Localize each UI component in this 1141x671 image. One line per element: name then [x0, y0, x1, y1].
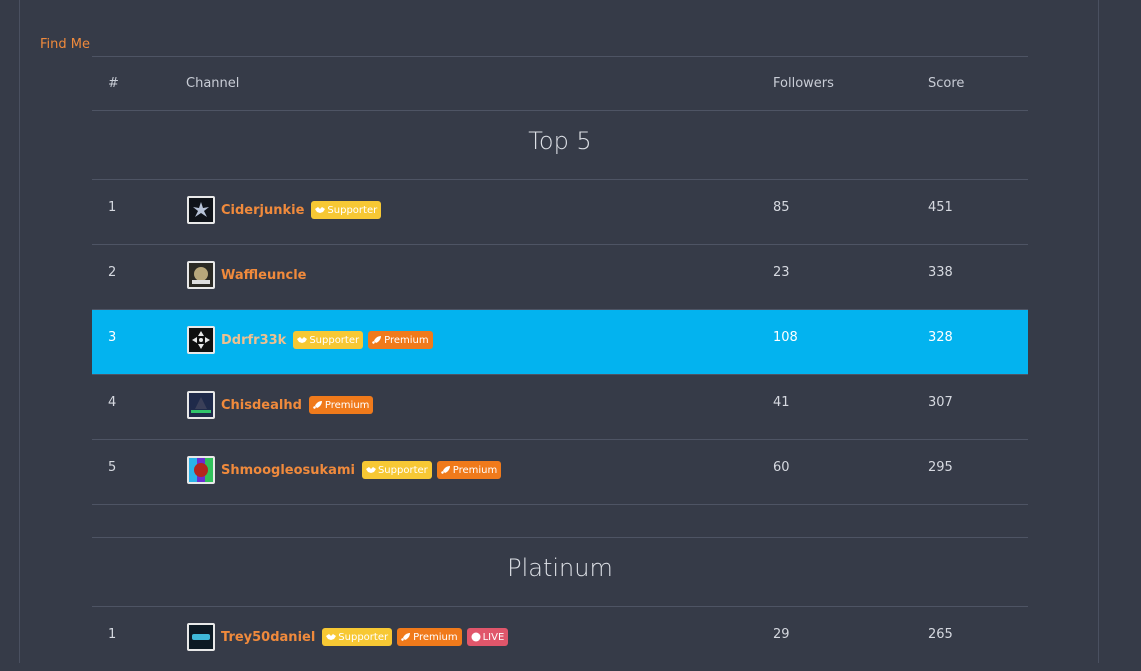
rocket-icon: [312, 401, 322, 409]
avatar-trey50daniel-icon: [189, 625, 213, 649]
row-score: 265: [928, 627, 953, 642]
row-channel: Ddrfr33k Supporter Premium: [187, 326, 433, 354]
avatar-shmoogleosukami-icon: [189, 458, 213, 482]
handshake-icon: [326, 634, 337, 640]
leaderboard-table: # Channel Followers Score Top 5 1 Ciderj…: [92, 56, 1028, 671]
row-channel: Waffleuncle: [187, 261, 308, 289]
avatar-waffleuncle-icon: [189, 263, 213, 287]
table-row[interactable]: 1 Trey50daniel Supporter Premium LIVE 29…: [92, 606, 1028, 671]
row-rank: 5: [108, 460, 117, 475]
channel-name-link[interactable]: Trey50daniel: [221, 630, 315, 645]
section-title-platinum: Platinum: [92, 537, 1028, 606]
table-row[interactable]: 5 Shmoogleosukami Supporter Premium 60 2…: [92, 439, 1028, 504]
premium-badge: Premium: [368, 331, 433, 349]
row-rank: 3: [108, 330, 117, 345]
row-rank: 1: [108, 627, 117, 642]
section-spacer: [92, 504, 1028, 537]
row-rank: 2: [108, 265, 117, 280]
premium-badge: Premium: [308, 396, 374, 414]
channel-name-link[interactable]: Ddrfr33k: [221, 333, 286, 348]
rocket-icon: [401, 633, 411, 641]
premium-badge: Premium: [436, 461, 502, 479]
avatar[interactable]: [187, 391, 215, 419]
table-row[interactable]: 4 Chisdealhd Premium 41 307: [92, 374, 1028, 439]
channel-name-link[interactable]: Waffleuncle: [221, 268, 306, 283]
row-channel: Chisdealhd Premium: [187, 391, 374, 419]
table-row-highlighted[interactable]: 3 Ddrfr33k Supporter Premium 108 328: [92, 309, 1028, 374]
find-me-link[interactable]: Find Me: [40, 37, 90, 52]
avatar-ddrfr33k-icon: [189, 328, 213, 352]
section-title-top5: Top 5: [92, 110, 1028, 179]
row-channel: Trey50daniel Supporter Premium LIVE: [187, 623, 509, 651]
row-score: 338: [928, 265, 953, 280]
row-rank: 1: [108, 200, 117, 215]
rocket-icon: [440, 466, 450, 474]
row-followers: 85: [773, 200, 790, 215]
channel-name-link[interactable]: Shmoogleosukami: [221, 463, 355, 478]
table-row[interactable]: 1 Ciderjunkie Supporter 85 451: [92, 179, 1028, 244]
row-score: 295: [928, 460, 953, 475]
channel-name-link[interactable]: Chisdealhd: [221, 398, 302, 413]
row-channel: Shmoogleosukami Supporter Premium: [187, 456, 502, 484]
row-score: 307: [928, 395, 953, 410]
avatar[interactable]: [187, 261, 215, 289]
supporter-badge: Supporter: [311, 201, 382, 219]
avatar[interactable]: [187, 196, 215, 224]
avatar[interactable]: [187, 456, 215, 484]
avatar-chisdealhd-icon: [189, 393, 213, 417]
avatar[interactable]: [187, 326, 215, 354]
row-followers: 60: [773, 460, 790, 475]
row-rank: 4: [108, 395, 117, 410]
header-followers: Followers: [773, 76, 834, 91]
supporter-badge: Supporter: [361, 461, 432, 479]
rocket-icon: [372, 336, 382, 344]
row-score: 328: [928, 330, 953, 345]
header-channel: Channel: [186, 76, 240, 91]
live-dot-icon: [471, 632, 481, 642]
row-score: 451: [928, 200, 953, 215]
header-score: Score: [928, 76, 965, 91]
supporter-badge: Supporter: [293, 331, 364, 349]
handshake-icon: [365, 467, 376, 473]
row-channel: Ciderjunkie Supporter: [187, 196, 382, 224]
table-row[interactable]: 2 Waffleuncle 23 338: [92, 244, 1028, 309]
handshake-icon: [297, 337, 308, 343]
row-followers: 29: [773, 627, 790, 642]
row-followers: 108: [773, 330, 798, 345]
avatar-ciderjunkie-icon: [189, 198, 213, 222]
row-followers: 41: [773, 395, 790, 410]
live-badge[interactable]: LIVE: [466, 628, 509, 646]
header-rank: #: [108, 76, 119, 91]
row-followers: 23: [773, 265, 790, 280]
channel-name-link[interactable]: Ciderjunkie: [221, 203, 304, 218]
handshake-icon: [315, 207, 326, 213]
supporter-badge: Supporter: [322, 628, 393, 646]
premium-badge: Premium: [397, 628, 462, 646]
table-header: # Channel Followers Score: [92, 56, 1028, 110]
avatar[interactable]: [187, 623, 215, 651]
